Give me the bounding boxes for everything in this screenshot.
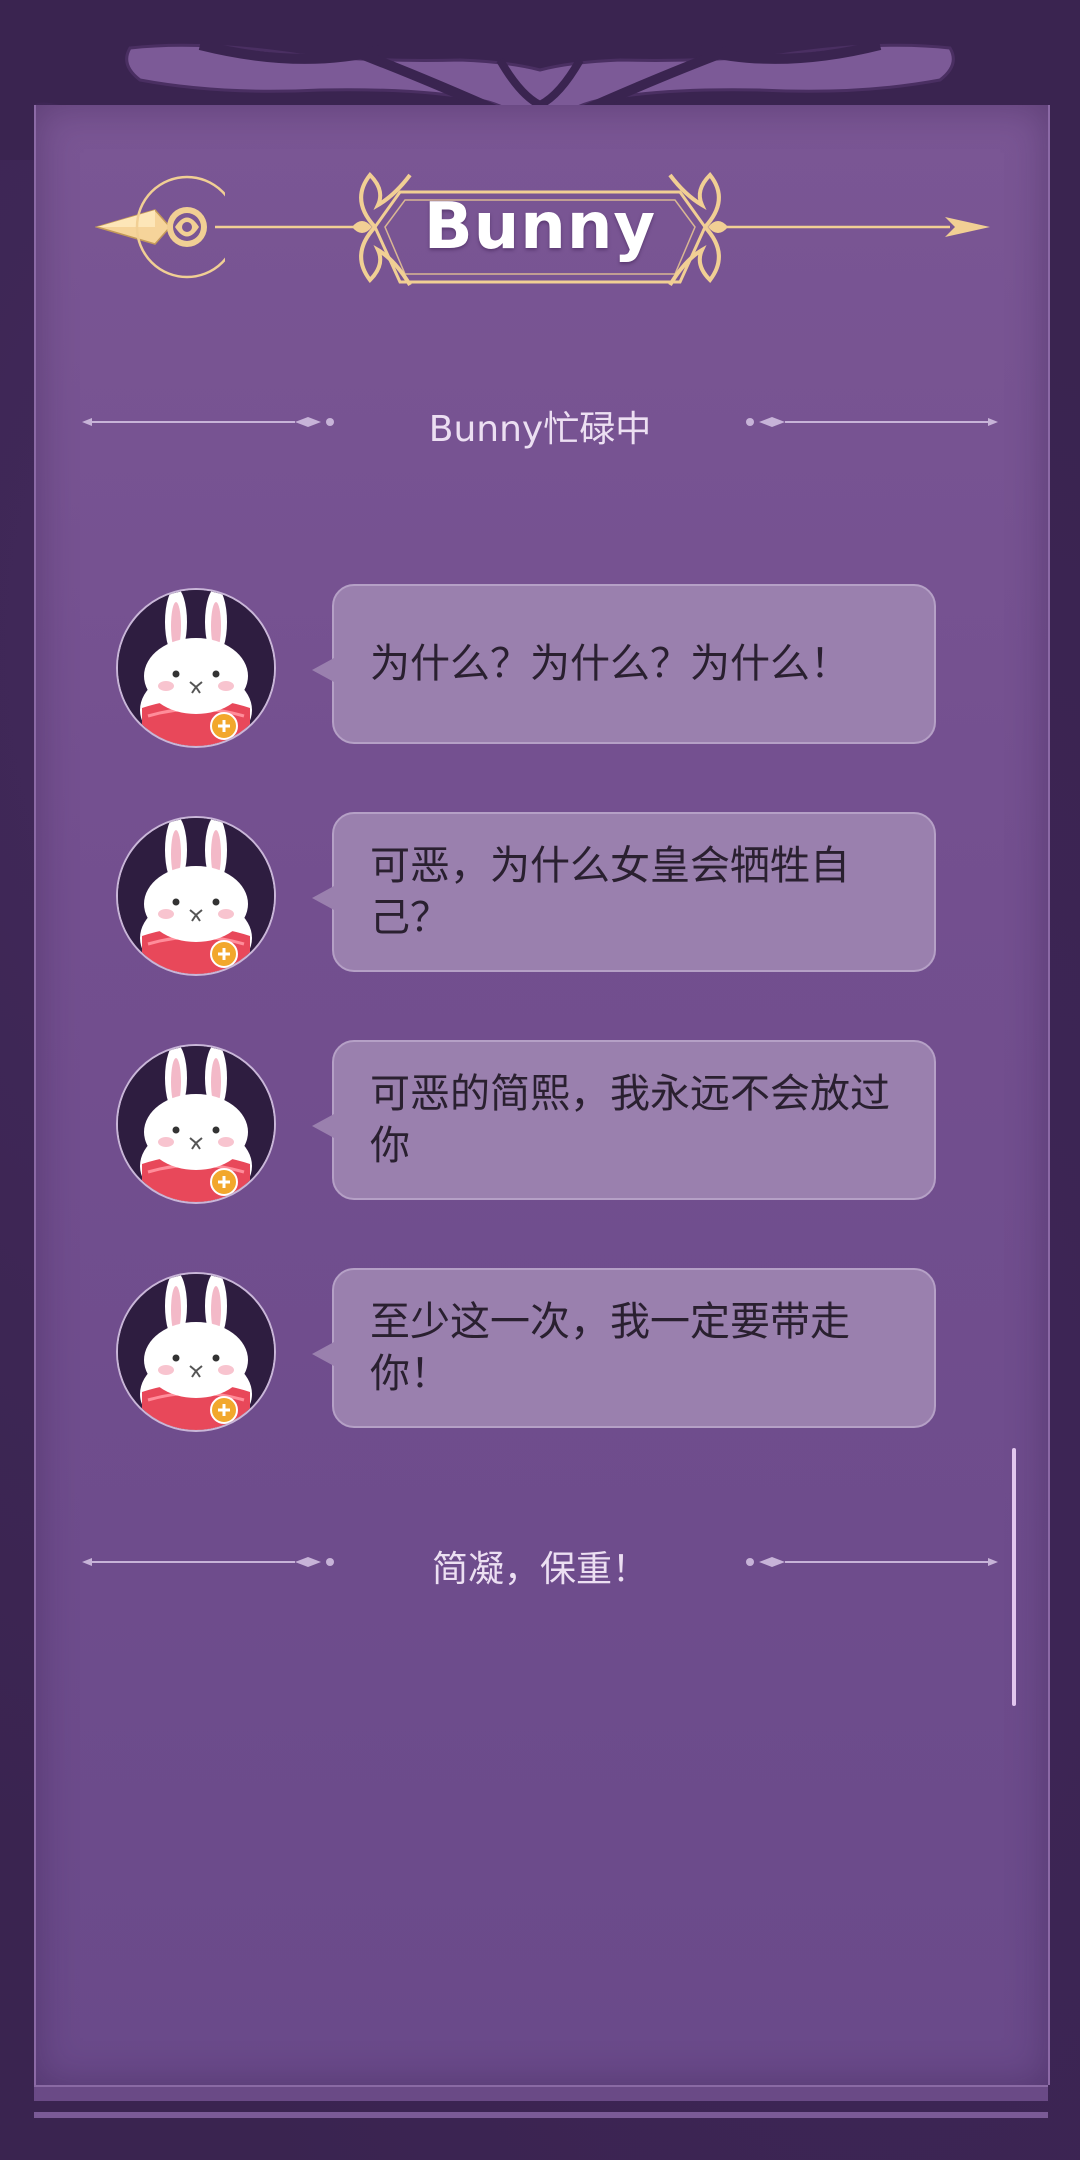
scrollbar[interactable] (1012, 1448, 1016, 1706)
message-bubble[interactable]: 至少这一次，我一定要带走你！ (312, 1268, 936, 1428)
avatar[interactable] (116, 816, 276, 976)
footer-text: 简凝，保重！ (431, 1549, 648, 1590)
divider-line-left (82, 1557, 334, 1567)
message-bubble[interactable]: 可恶的简熙，我永远不会放过你 (312, 1040, 936, 1200)
message-text: 可恶的简熙，我永远不会放过你 (370, 1071, 890, 1169)
message-item: 可恶的简熙，我永远不会放过你 (0, 1040, 1080, 1205)
divider-line-right (746, 1557, 998, 1567)
message-item: 至少这一次，我一定要带走你！ (0, 1268, 1080, 1433)
message-text: 为什么？为什么？为什么！ (370, 641, 850, 687)
bunny-avatar-icon (118, 1046, 274, 1202)
message-bubble[interactable]: 可恶，为什么女皇会牺牲自己？ (312, 812, 936, 972)
bunny-avatar-icon (118, 590, 274, 746)
footer-divider: 简凝，保重！ (80, 1532, 1000, 1592)
page-title: Bunny (423, 190, 657, 264)
divider-line-right (746, 417, 998, 427)
message-text: 至少这一次，我一定要带走你！ (370, 1299, 850, 1397)
bottom-frame (34, 2085, 1048, 2101)
divider-line-left (82, 417, 334, 427)
status-text: Bunny忙碌中 (428, 409, 652, 450)
message-item: 为什么？为什么？为什么！ (0, 584, 1080, 749)
avatar[interactable] (116, 1044, 276, 1204)
message-bubble[interactable]: 为什么？为什么？为什么！ (312, 584, 936, 744)
avatar[interactable] (116, 1272, 276, 1432)
bunny-avatar-icon (118, 818, 274, 974)
message-item: 可恶，为什么女皇会牺牲自己？ (0, 812, 1080, 977)
message-text: 可恶，为什么女皇会牺牲自己？ (370, 843, 850, 941)
bottom-frame-line (34, 2112, 1048, 2118)
bunny-avatar-icon (118, 1274, 274, 1430)
status-divider: Bunny忙碌中 (80, 392, 1000, 452)
avatar[interactable] (116, 588, 276, 748)
